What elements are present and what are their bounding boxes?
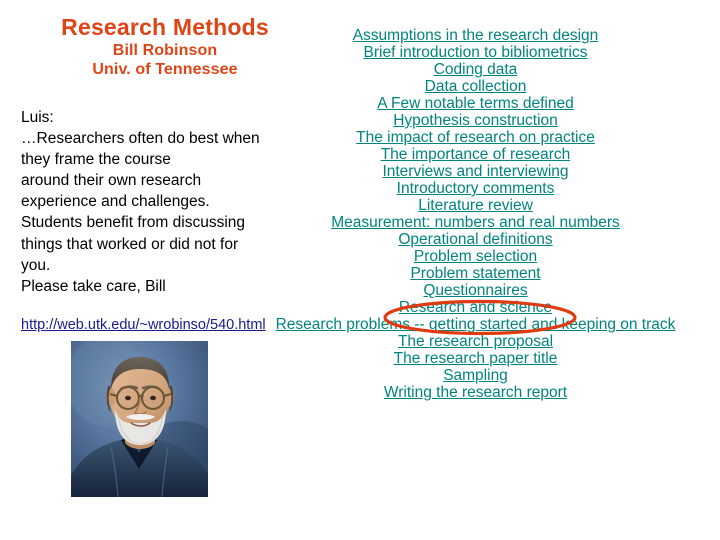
link-problem-statement[interactable]: Problem statement xyxy=(242,265,709,282)
link-literature-review[interactable]: Literature review xyxy=(242,197,709,214)
link-questionnaires[interactable]: Questionnaires xyxy=(242,282,709,299)
topic-link-list: Assumptions in the research design Brief… xyxy=(242,27,709,401)
link-interviews-and-interviewing[interactable]: Interviews and interviewing xyxy=(242,163,709,180)
link-the-impact-of-research-on-practice[interactable]: The impact of research on practice xyxy=(242,129,709,146)
course-website-link[interactable]: http://web.utk.edu/~wrobinso/540.html xyxy=(21,317,266,334)
link-operational-definitions[interactable]: Operational definitions xyxy=(242,231,709,248)
link-introductory-comments[interactable]: Introductory comments xyxy=(242,180,709,197)
link-hypothesis-construction[interactable]: Hypothesis construction xyxy=(242,112,709,129)
link-assumptions-in-the-research-design[interactable]: Assumptions in the research design xyxy=(242,27,709,44)
link-brief-introduction-to-bibliometrics[interactable]: Brief introduction to bibliometrics xyxy=(242,44,709,61)
portrait-photo xyxy=(71,341,208,497)
link-measurement-numbers-and-real-numbers[interactable]: Measurement: numbers and real numbers xyxy=(242,214,709,231)
slide-canvas: Research Methods Bill Robinson Univ. of … xyxy=(0,0,720,540)
link-problem-selection[interactable]: Problem selection xyxy=(242,248,709,265)
link-the-research-proposal[interactable]: The research proposal xyxy=(242,333,709,350)
link-coding-data[interactable]: Coding data xyxy=(242,61,709,78)
link-research-and-science[interactable]: Research and science xyxy=(242,299,709,316)
link-research-problems-getting-started[interactable]: Research problems -- getting started and… xyxy=(242,316,709,333)
link-the-research-paper-title[interactable]: The research paper title xyxy=(242,350,709,367)
link-sampling[interactable]: Sampling xyxy=(242,367,709,384)
link-data-collection[interactable]: Data collection xyxy=(242,78,709,95)
link-a-few-notable-terms-defined[interactable]: A Few notable terms defined xyxy=(242,95,709,112)
link-writing-the-research-report[interactable]: Writing the research report xyxy=(242,384,709,401)
link-the-importance-of-research[interactable]: The importance of research xyxy=(242,146,709,163)
